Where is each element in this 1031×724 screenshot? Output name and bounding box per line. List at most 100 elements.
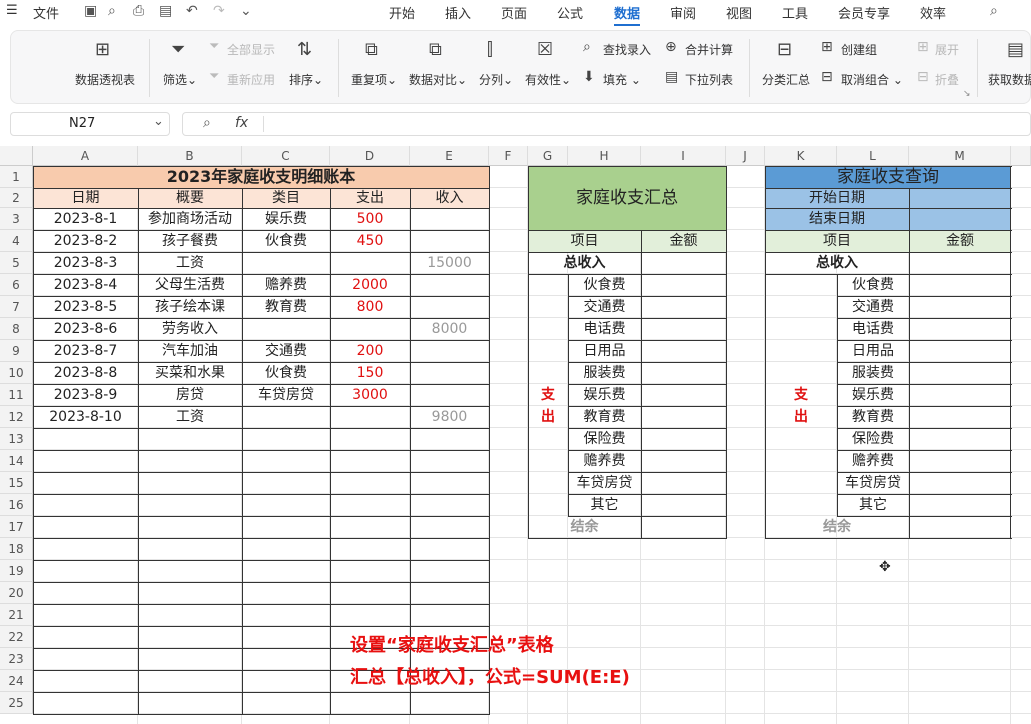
column-header-c[interactable]: C <box>242 146 330 166</box>
ledger-cell[interactable]: 200 <box>330 340 410 362</box>
ledger-title[interactable]: 2023年家庭收支明细账本 <box>33 166 489 188</box>
query-header-item[interactable]: 项目 <box>765 230 909 252</box>
ledger-cell[interactable] <box>330 318 410 340</box>
column-header-b[interactable]: B <box>138 146 242 166</box>
row-header-12[interactable]: 12 <box>0 406 33 428</box>
ungroup-button[interactable]: 取消组合 ⌄ <box>841 71 903 88</box>
row-header-4[interactable]: 4 <box>0 230 33 252</box>
column-header-m[interactable]: M <box>909 146 1011 166</box>
column-header-g[interactable]: G <box>528 146 568 166</box>
ledger-cell[interactable]: 2023-8-4 <box>33 274 138 296</box>
ledger-cell[interactable] <box>242 406 330 428</box>
ledger-cell[interactable] <box>242 318 330 340</box>
preview-icon[interactable]: ▤ <box>159 3 172 19</box>
row-header-20[interactable]: 20 <box>0 582 33 604</box>
summary-header-amount[interactable]: 金额 <box>641 230 726 252</box>
row-header-14[interactable]: 14 <box>0 450 33 472</box>
query-start-date-label[interactable]: 开始日期 <box>765 188 909 208</box>
summary-category[interactable]: 日用品 <box>568 340 641 362</box>
get-data-button[interactable]: 获取数据 <box>988 71 1031 88</box>
query-balance[interactable]: 结余 <box>765 516 909 538</box>
row-header-1[interactable]: 1 <box>0 166 33 188</box>
create-group-button[interactable]: 创建组 <box>841 41 877 58</box>
row-header-8[interactable]: 8 <box>0 318 33 340</box>
column-header-a[interactable]: A <box>33 146 138 166</box>
row-header-15[interactable]: 15 <box>0 472 33 494</box>
row-header-13[interactable]: 13 <box>0 428 33 450</box>
select-all-corner[interactable] <box>0 146 33 166</box>
row-header-3[interactable]: 3 <box>0 208 33 230</box>
ledger-cell[interactable]: 2023-8-9 <box>33 384 138 406</box>
ledger-cell[interactable]: 伙食费 <box>242 230 330 252</box>
collapse-button[interactable]: 折叠 <box>935 71 959 88</box>
row-header-6[interactable]: 6 <box>0 274 33 296</box>
ledger-cell[interactable]: 8000 <box>410 318 489 340</box>
ledger-cell[interactable]: 父母生活费 <box>138 274 242 296</box>
ledger-header-cell[interactable]: 类目 <box>242 188 330 208</box>
undo-icon[interactable]: ↶ <box>186 3 198 19</box>
summary-category[interactable]: 电话费 <box>568 318 641 340</box>
column-header-n[interactable] <box>1011 146 1031 166</box>
ledger-cell[interactable]: 汽车加油 <box>138 340 242 362</box>
query-title[interactable]: 家庭收支查询 <box>765 166 1011 188</box>
column-header-j[interactable]: J <box>726 146 765 166</box>
column-header-h[interactable]: H <box>568 146 641 166</box>
row-header-19[interactable]: 19 <box>0 560 33 582</box>
expand-button[interactable]: 展开 <box>935 41 959 58</box>
summary-category[interactable]: 保险费 <box>568 428 641 450</box>
ledger-cell[interactable] <box>330 406 410 428</box>
ledger-cell[interactable] <box>410 208 489 230</box>
show-all-button[interactable]: 全部显示 <box>227 41 275 58</box>
column-header-f[interactable]: F <box>489 146 528 166</box>
ledger-cell[interactable]: 娱乐费 <box>242 208 330 230</box>
tab-insert[interactable]: 插入 <box>445 3 471 22</box>
ledger-cell[interactable]: 孩子餐费 <box>138 230 242 252</box>
ledger-cell[interactable]: 赡养费 <box>242 274 330 296</box>
ledger-cell[interactable]: 车贷房贷 <box>242 384 330 406</box>
ledger-header-cell[interactable]: 支出 <box>330 188 410 208</box>
ledger-cell[interactable]: 2023-8-5 <box>33 296 138 318</box>
dialog-launcher-icon[interactable]: ↘ <box>963 89 971 99</box>
ledger-cell[interactable]: 2023-8-10 <box>33 406 138 428</box>
compare-button[interactable]: 数据对比⌄ <box>409 71 467 88</box>
row-header-7[interactable]: 7 <box>0 296 33 318</box>
tab-tools[interactable]: 工具 <box>782 3 808 22</box>
summary-category[interactable]: 赡养费 <box>568 450 641 472</box>
ledger-cell[interactable] <box>410 230 489 252</box>
ledger-cell[interactable]: 交通费 <box>242 340 330 362</box>
query-category[interactable]: 伙食费 <box>837 274 909 296</box>
ledger-cell[interactable]: 孩子绘本课 <box>138 296 242 318</box>
ledger-cell[interactable] <box>242 252 330 274</box>
ledger-cell[interactable]: 800 <box>330 296 410 318</box>
row-header-21[interactable]: 21 <box>0 604 33 626</box>
ledger-cell[interactable]: 150 <box>330 362 410 384</box>
ledger-cell[interactable]: 工资 <box>138 406 242 428</box>
summary-category[interactable]: 服装费 <box>568 362 641 384</box>
row-header-10[interactable]: 10 <box>0 362 33 384</box>
ledger-cell[interactable]: 3000 <box>330 384 410 406</box>
summary-header-item[interactable]: 项目 <box>528 230 641 252</box>
subtotal-button[interactable]: 分类汇总 <box>762 71 810 88</box>
ledger-cell[interactable] <box>410 296 489 318</box>
duplicates-button[interactable]: 重复项⌄ <box>351 71 397 88</box>
ledger-cell[interactable]: 2023-8-3 <box>33 252 138 274</box>
brush-icon[interactable]: ⌕ <box>108 3 116 19</box>
row-header-17[interactable]: 17 <box>0 516 33 538</box>
tab-home[interactable]: 开始 <box>389 3 415 22</box>
print-icon[interactable]: ⎙ <box>133 3 144 19</box>
ledger-cell[interactable]: 2023-8-6 <box>33 318 138 340</box>
summary-category[interactable]: 交通费 <box>568 296 641 318</box>
tab-review[interactable]: 审阅 <box>670 3 696 22</box>
column-header-d[interactable]: D <box>330 146 410 166</box>
tab-efficiency[interactable]: 效率 <box>920 3 946 22</box>
summary-balance[interactable]: 结余 <box>528 516 641 538</box>
query-category[interactable]: 保险费 <box>837 428 909 450</box>
ledger-header-cell[interactable]: 概要 <box>138 188 242 208</box>
ledger-cell[interactable] <box>410 362 489 384</box>
fill-button[interactable]: 填充 ⌄ <box>603 71 641 88</box>
ledger-cell[interactable]: 2023-8-2 <box>33 230 138 252</box>
name-box[interactable]: N27 ⌄ <box>10 112 170 136</box>
column-header-l[interactable]: L <box>837 146 909 166</box>
ledger-cell[interactable]: 伙食费 <box>242 362 330 384</box>
save-icon[interactable]: ▣ <box>84 3 97 19</box>
